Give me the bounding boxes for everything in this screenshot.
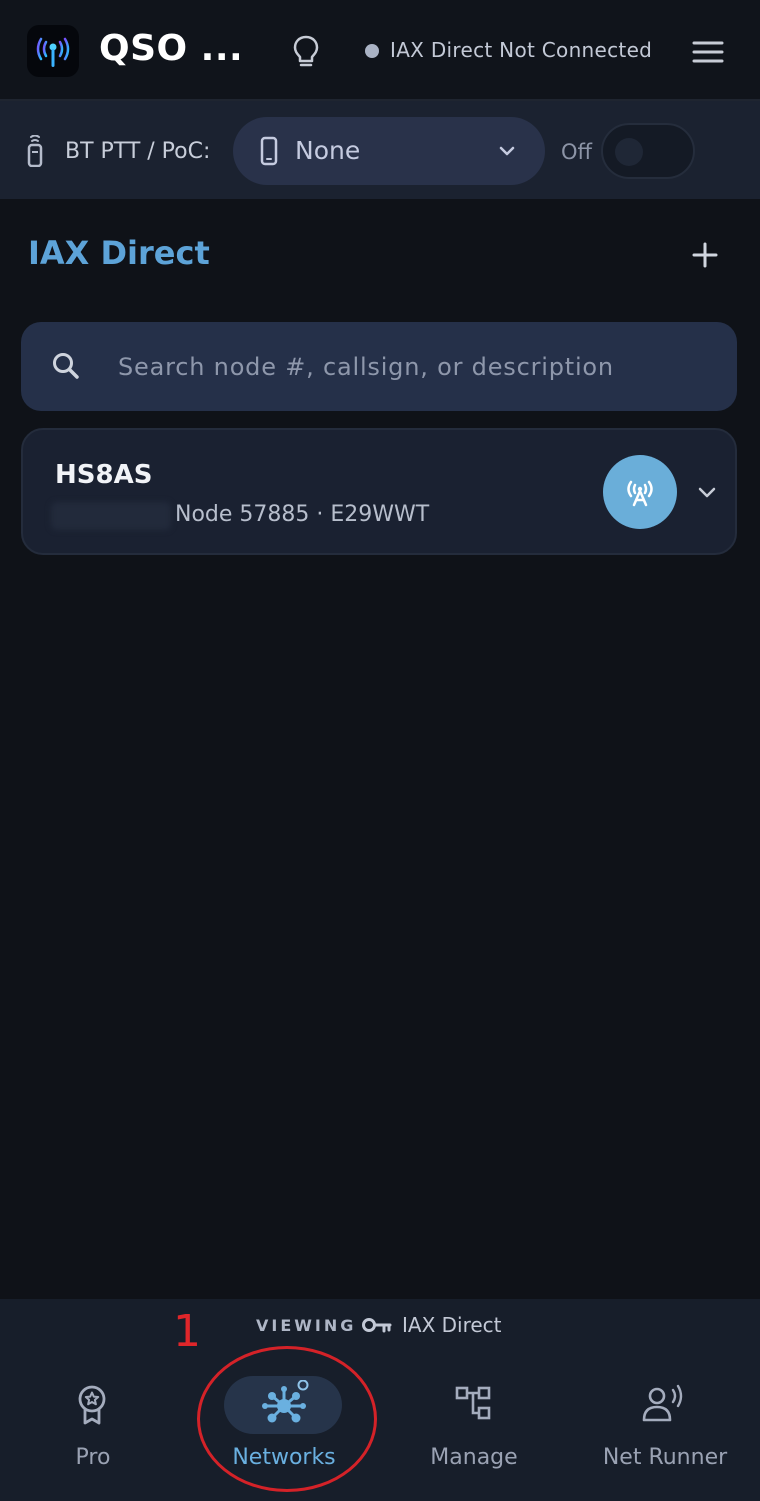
search-input[interactable]: [116, 344, 710, 390]
toggle-knob: [615, 138, 643, 166]
nav-tab-net-runner[interactable]: Net Runner: [570, 1370, 760, 1490]
ptt-device-select[interactable]: None: [233, 117, 545, 185]
viewing-network: IAX Direct: [402, 1313, 502, 1337]
search-icon: [53, 353, 79, 379]
node-search-box: [21, 322, 737, 411]
connection-status-dot: [365, 44, 379, 58]
nav-label-manage: Manage: [430, 1445, 518, 1470]
chevron-down-icon: [499, 146, 515, 156]
phone-icon: [260, 136, 278, 166]
user-voice-icon: [642, 1384, 683, 1422]
ptt-toggle-switch[interactable]: [601, 123, 695, 179]
nav-tab-manage[interactable]: Manage: [379, 1370, 569, 1490]
chevron-down-icon[interactable]: [697, 486, 717, 500]
nav-label-pro: Pro: [75, 1445, 111, 1470]
connection-status-text: IAX Direct Not Connected: [390, 38, 653, 62]
top-app-bar: QSO ... IAX Direct Not Connected: [0, 0, 760, 101]
award-badge-icon: [78, 1385, 106, 1425]
node-details: Node 57885 · E29WWT: [175, 502, 430, 527]
lightbulb-icon[interactable]: [290, 34, 322, 70]
nav-tab-pro[interactable]: Pro: [0, 1370, 188, 1490]
section-title: IAX Direct: [28, 234, 210, 272]
annotation-number: 1: [173, 1306, 201, 1357]
nav-label-net-runner: Net Runner: [602, 1445, 728, 1470]
node-callsign: HS8AS: [55, 460, 153, 490]
hamburger-menu-icon[interactable]: [690, 38, 726, 66]
app-title: QSO ...: [99, 28, 244, 69]
viewing-label: VIEWING: [256, 1316, 357, 1335]
node-card[interactable]: HS8AS Node 57885 · E29WWT: [21, 428, 737, 555]
radio-tower-icon: [627, 480, 653, 507]
ptt-toggle-label: Off: [561, 140, 592, 164]
key-icon: [362, 1318, 392, 1333]
app-logo-icon: [27, 25, 79, 77]
connect-node-button[interactable]: [603, 455, 677, 529]
annotation-circle: [197, 1346, 377, 1492]
ptt-device-value: None: [295, 136, 361, 165]
ptt-label: BT PTT / PoC:: [65, 139, 211, 164]
redacted-text: [51, 502, 171, 530]
walkie-talkie-icon: [27, 135, 43, 167]
hierarchy-icon: [455, 1386, 491, 1420]
add-icon[interactable]: [690, 240, 720, 270]
